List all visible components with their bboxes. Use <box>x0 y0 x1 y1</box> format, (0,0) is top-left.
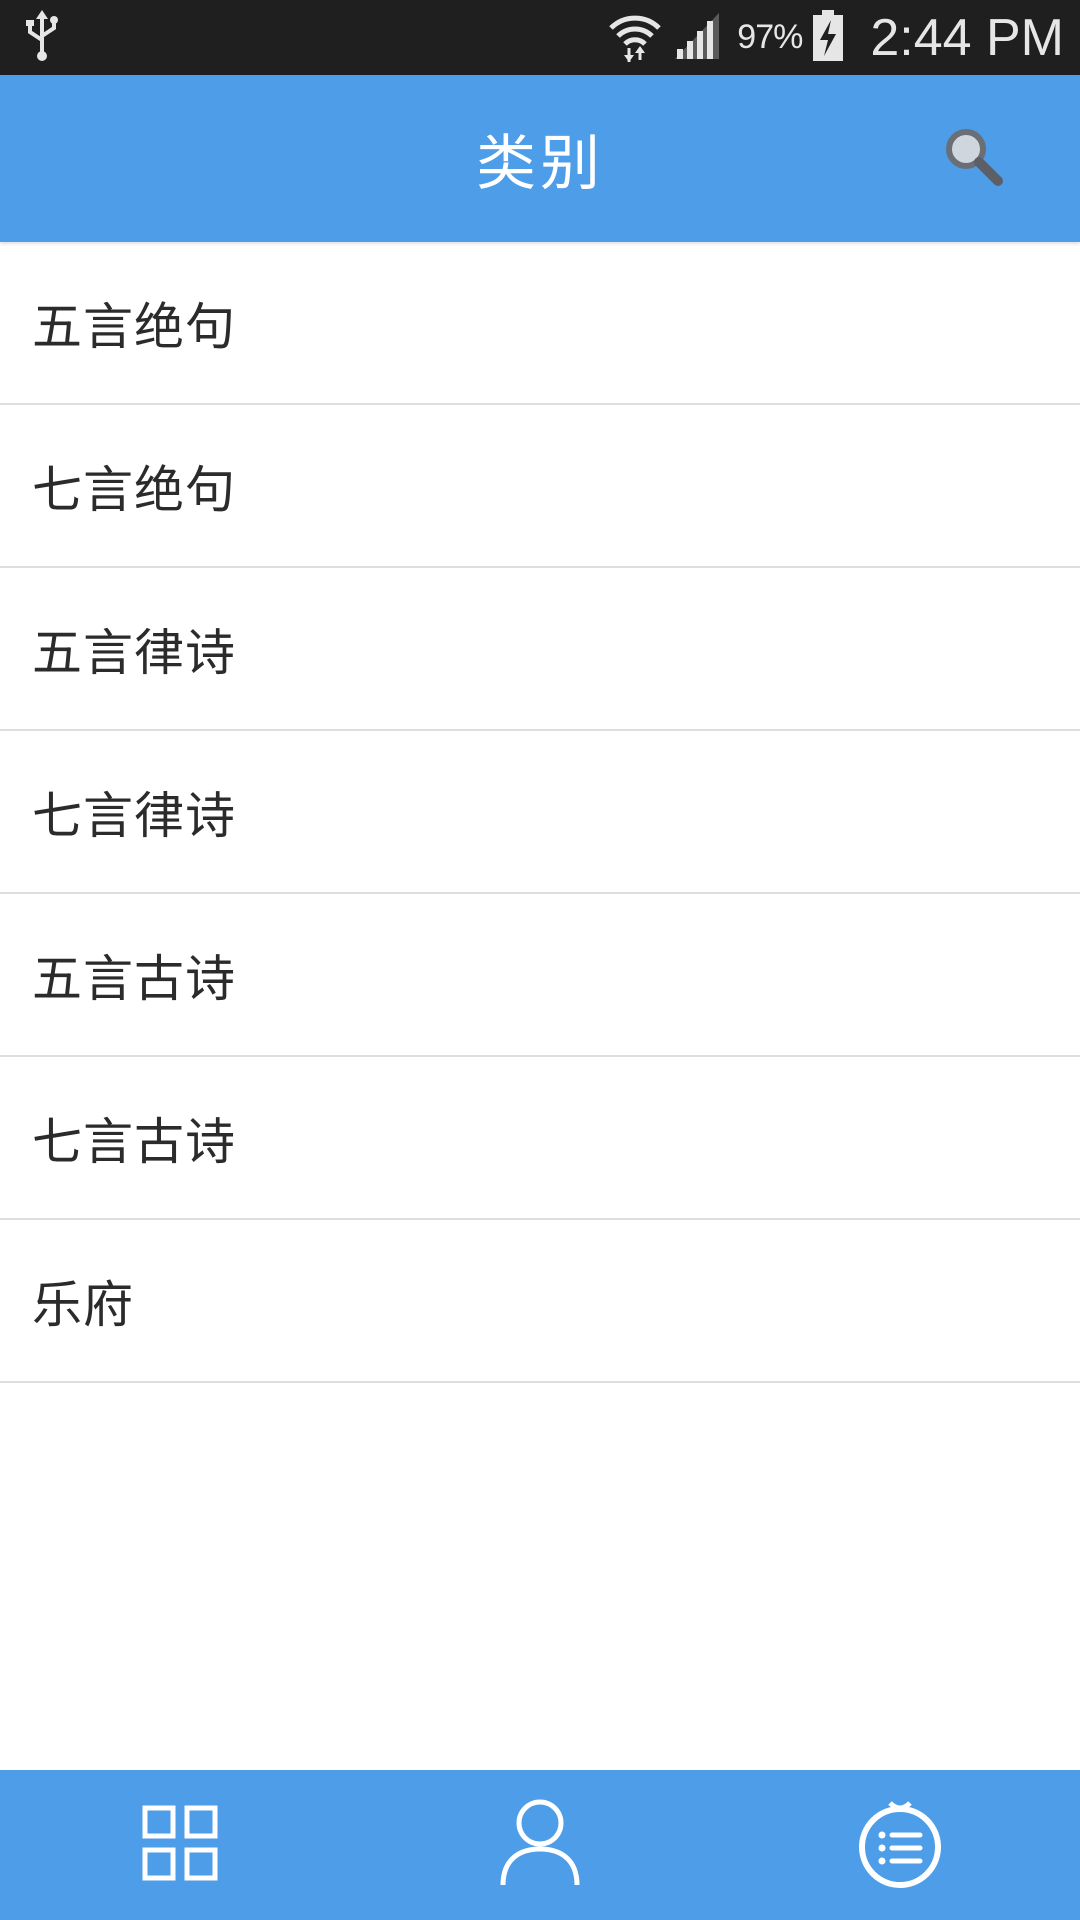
list-item[interactable]: 七言律诗 <box>0 731 1080 894</box>
battery-percent: 97% <box>737 18 803 56</box>
category-label: 五言律诗 <box>32 623 236 682</box>
category-label: 五言古诗 <box>32 949 236 1008</box>
list-item[interactable]: 乐府 <box>0 1220 1080 1383</box>
nav-item-grid[interactable] <box>0 1770 360 1920</box>
cell-signal-icon <box>673 11 721 65</box>
bottom-nav <box>0 1770 1080 1920</box>
nav-item-list[interactable] <box>720 1770 1080 1920</box>
list-icon <box>854 1797 946 1893</box>
user-icon <box>498 1797 582 1893</box>
status-right: 97% 2:44 PM <box>607 0 1064 75</box>
battery-charging-icon <box>812 9 844 66</box>
category-label: 七言律诗 <box>32 786 236 845</box>
search-icon <box>942 125 1006 193</box>
list-item[interactable]: 七言绝句 <box>0 405 1080 568</box>
clock: 2:44 PM <box>870 8 1064 67</box>
category-label: 七言绝句 <box>32 460 236 519</box>
list-item[interactable]: 五言绝句 <box>0 242 1080 405</box>
category-label: 乐府 <box>32 1275 134 1334</box>
list-item[interactable]: 七言古诗 <box>0 1057 1080 1220</box>
category-list: 五言绝句 七言绝句 五言律诗 七言律诗 五言古诗 七言古诗 乐府 <box>0 242 1080 1383</box>
category-label: 五言绝句 <box>32 297 236 356</box>
search-button[interactable] <box>938 123 1010 195</box>
app-bar: 类别 <box>0 75 1080 242</box>
grid-icon <box>141 1804 219 1886</box>
nav-item-user[interactable] <box>360 1770 720 1920</box>
page-title: 类别 <box>476 129 604 199</box>
usb-icon <box>24 9 60 66</box>
list-item[interactable]: 五言律诗 <box>0 568 1080 731</box>
status-bar: 97% 2:44 PM <box>0 0 1080 75</box>
screen: 97% 2:44 PM 类别 五言绝句 七言绝句 五言律诗 七言律诗 五言古诗 … <box>0 0 1080 1920</box>
list-item[interactable]: 五言古诗 <box>0 894 1080 1057</box>
category-label: 七言古诗 <box>32 1112 236 1171</box>
wifi-icon <box>607 10 663 66</box>
status-left <box>24 0 60 75</box>
